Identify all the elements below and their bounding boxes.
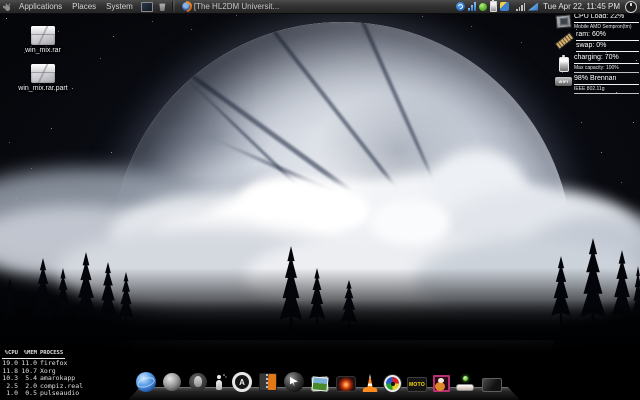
taskbar-window-firefox[interactable]: [The HL2DM Universit... [178,0,283,13]
menu-places[interactable]: Places [67,0,101,13]
wifi-monitor-row: WIFI 98% Brennan IEEE 802.11g [555,75,639,95]
wifi-signal-value: 98% Brennan [574,75,639,85]
gnome-foot-icon [3,2,11,11]
battery-charging-value: charging: 70% [574,54,639,64]
power-button-icon[interactable] [625,1,637,13]
menu-applications[interactable]: Applications [14,0,67,13]
process-rows: 19.011.0firefox11.810.7Xorg10.35.4amarok… [2,360,83,398]
gray-globe-icon[interactable] [162,372,182,392]
desktop-icon-label: win_mix.rar [25,47,61,54]
flame-crate-icon[interactable] [336,376,356,392]
desktop: Applications Places System [The HL2DM Un… [0,0,640,400]
wifi-applet-icon[interactable] [528,3,538,11]
process-row: 1.00.5pulseaudio [2,390,83,398]
process-header: %CPU %MEM PROCESS [2,350,65,359]
top-panel: Applications Places System [The HL2DM Un… [0,0,640,14]
dark-sphere-cursor-icon[interactable] [284,372,304,392]
archive-package-icon [31,26,55,45]
network-monitor-icon[interactable] [468,2,476,11]
status-available-icon[interactable] [479,3,487,11]
dock-icons: A MOTO [136,372,502,392]
desktop-icon-win-mix-rar[interactable]: win_mix.rar [10,26,76,54]
chat-figure-icon[interactable] [214,372,226,392]
signal-strength-icon[interactable] [516,2,525,11]
wifi-standard-label: IEEE 802.11g [574,86,639,94]
archive-package-icon [31,64,55,83]
ram-stick-icon [555,32,575,50]
battery-icon [559,57,569,72]
cpu-chip-icon [555,14,571,28]
color-wheel-icon[interactable] [384,375,401,392]
process-monitor: %CPU %MEM PROCESS 19.011.0firefox11.810.… [2,350,83,398]
dock: A MOTO [128,360,520,400]
wifi-icon: WIFI [555,77,572,86]
memory-monitor-row: ram: 60% swap: 0% [555,31,639,53]
ram-value: ram: 60% [576,31,639,41]
battery-tray-icon[interactable] [490,1,497,12]
software-update-icon[interactable] [456,2,465,11]
battery-monitor-row: charging: 70% Max capacity: 100% [555,54,639,74]
photo-viewer-icon[interactable] [310,376,330,392]
clock[interactable]: Tue Apr 22, 11:45 PM [541,2,622,11]
taskbar-window-title: [The HL2DM Universit... [194,2,279,11]
panel-tray: Tue Apr 22, 11:45 PM [456,0,640,13]
panel-left: Applications Places System [The HL2DM Un… [0,0,283,13]
messenger-icon[interactable] [500,2,509,11]
menu-system[interactable]: System [101,0,138,13]
desktop-icon-label: win_mix.rar.part [18,85,67,92]
screen-launcher-icon[interactable] [141,2,153,12]
firefox-icon [182,2,191,11]
moto-icon[interactable]: MOTO [407,377,427,392]
trash-launcher-icon[interactable] [159,2,166,11]
cpu-monitor-row: CPU Load: 22% Mobile AMD Sempron(tm) [555,13,639,30]
black-monitor-icon[interactable] [482,378,502,392]
magenta-avatar-icon[interactable] [433,375,450,392]
cpu-model-label: Mobile AMD Sempron(tm) [574,24,639,30]
vlc-cone-icon[interactable] [362,374,378,392]
desktop-icon-win-mix-rar-part[interactable]: win_mix.rar.part [10,64,76,92]
blue-globe-browser-icon[interactable] [136,372,156,392]
gnome-menu-logo-icon[interactable] [0,0,14,13]
pill-and-ball-icon[interactable] [456,376,476,392]
swap-value: swap: 0% [576,42,639,52]
panel-separator [172,1,175,12]
zip-archive-icon[interactable] [258,372,278,392]
ghost-avatar-icon[interactable] [188,372,208,392]
awn-letter-icon[interactable]: A [232,372,252,392]
battery-capacity-label: Max capacity: 100% [574,65,639,73]
system-monitor-widget: CPU Load: 22% Mobile AMD Sempron(tm) ram… [555,13,639,96]
cpu-load-value: CPU Load: 22% [574,13,639,23]
